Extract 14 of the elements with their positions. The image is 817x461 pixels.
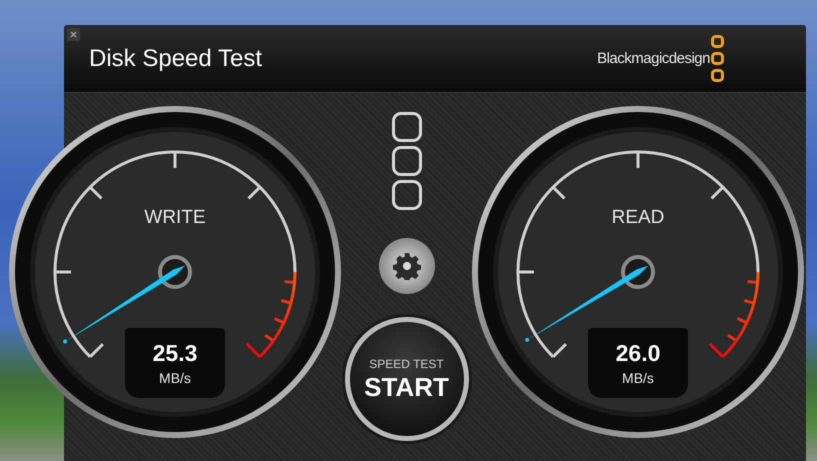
- settings-icon: [392, 252, 420, 280]
- brand-name: Blackmagicdesign: [597, 51, 710, 66]
- window-title: Disk Speed Test: [89, 46, 262, 70]
- close-button[interactable]: [67, 28, 80, 41]
- gauge-label: WRITE: [144, 208, 206, 227]
- speed-value: 26.0: [616, 342, 660, 364]
- stacked-squares-icon: [392, 112, 422, 210]
- speed-value: 25.3: [152, 342, 198, 364]
- logo-icon: [711, 35, 724, 82]
- settings-button[interactable]: [378, 238, 434, 294]
- gauge-label: READ: [612, 208, 664, 227]
- speed-unit: MB/s: [159, 370, 191, 384]
- close-icon: [70, 31, 77, 38]
- speed-unit: MB/s: [622, 370, 654, 384]
